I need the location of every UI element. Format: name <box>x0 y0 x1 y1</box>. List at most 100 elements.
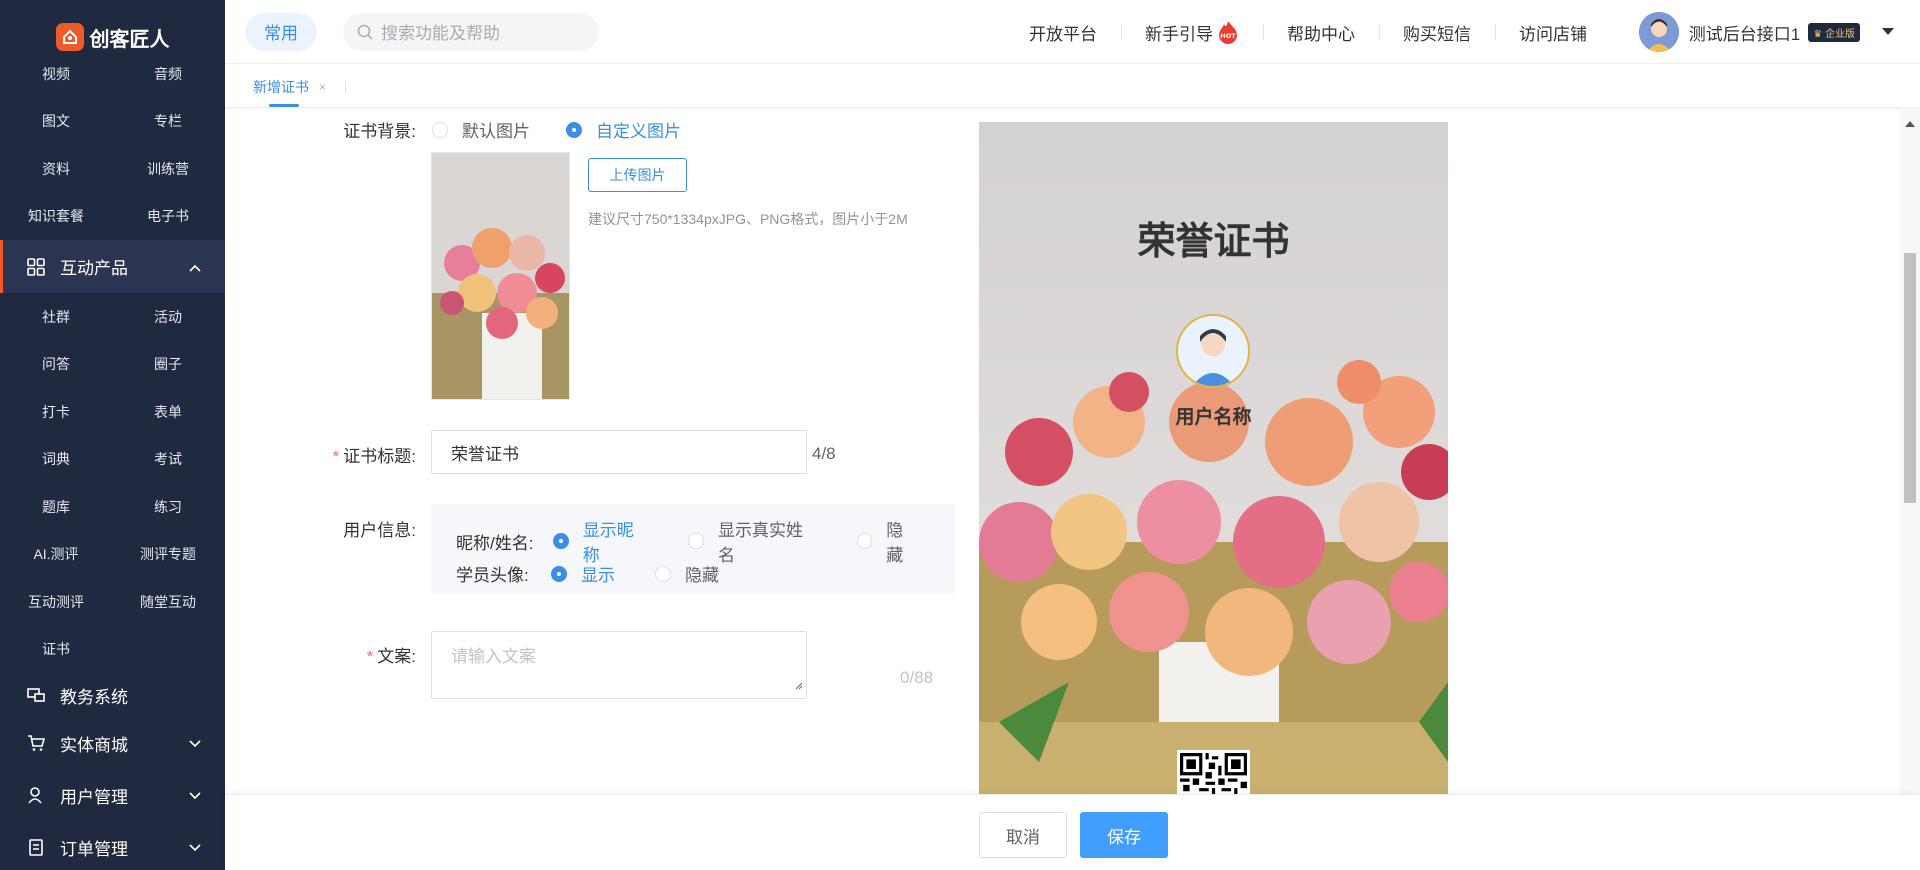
user-info-panel: 昵称/姓名: 显示昵称 显示真实姓名 隐藏 学员头像: 显示 隐藏 <box>431 504 955 594</box>
radio-show-avatar[interactable]: 显示 <box>551 561 615 586</box>
nav-label: 访问店铺 <box>1519 24 1587 44</box>
vertical-scrollbar[interactable] <box>1900 108 1920 794</box>
sidebar-group-interactive[interactable]: 互动产品 <box>0 240 225 293</box>
radio-dot <box>551 565 567 582</box>
sidebar-item-classroom[interactable]: 随堂互动 <box>112 578 224 626</box>
title-label-text: 证书标题: <box>343 447 416 466</box>
scrollbar-thumb[interactable] <box>1904 253 1916 503</box>
sidebar-item-checkin[interactable]: 打卡 <box>0 388 112 436</box>
sidebar-item-article[interactable]: 图文 <box>0 98 112 146</box>
nav-beginner-guide[interactable]: 新手引导 HOT <box>1121 20 1263 45</box>
nav-help-center[interactable]: 帮助中心 <box>1263 20 1379 45</box>
sidebar-group-education[interactable]: 教务系统 <box>0 673 225 717</box>
sidebar-item-practice[interactable]: 练习 <box>112 483 224 531</box>
common-button[interactable]: 常用 <box>245 12 317 51</box>
nav-label: 帮助中心 <box>1287 24 1355 44</box>
background-thumbnail[interactable] <box>431 152 570 400</box>
radio-label: 显示 <box>581 566 615 585</box>
nickname-row: 昵称/姓名: 显示昵称 显示真实姓名 隐藏 <box>456 516 955 566</box>
tab-divider <box>345 81 346 93</box>
sidebar-item-question-bank[interactable]: 题库 <box>0 483 112 531</box>
preview-title: 荣誉证书 <box>1137 219 1290 263</box>
copy-placeholder: 请输入文案 <box>451 647 536 666</box>
radio-default-image[interactable]: 默认图片 <box>432 117 530 142</box>
nav-buy-sms[interactable]: 购买短信 <box>1379 20 1495 45</box>
desktop-icon <box>26 685 46 705</box>
radio-label: 默认图片 <box>462 122 530 141</box>
hot-icon: HOT <box>1217 20 1239 44</box>
sidebar-item-community[interactable]: 社群 <box>0 293 112 341</box>
badge-label: 企业版 <box>1825 28 1855 40</box>
sidebar-item-dictionary[interactable]: 词典 <box>0 436 112 484</box>
nickname-label: 昵称/姓名: <box>456 533 534 553</box>
sidebar-item-exam[interactable]: 考试 <box>112 436 224 484</box>
tab-new-certificate[interactable]: 新增证书 × <box>253 77 326 97</box>
caret-down-icon[interactable] <box>1882 28 1894 36</box>
radio-hide-name[interactable]: 隐藏 <box>856 516 919 566</box>
main-content: 证书背景: 默认图片 自定义图片 上传图片 建议尺寸750*1334pxJPG、… <box>225 108 1900 794</box>
sidebar-group-label: 实体商城 <box>60 735 128 755</box>
sidebar-group-label: 教务系统 <box>60 687 128 707</box>
sidebar-group-orders[interactable]: 订单管理 <box>0 821 225 870</box>
sidebar-item-form[interactable]: 表单 <box>112 388 224 436</box>
sidebar-item-certificate[interactable]: 证书 <box>0 626 112 674</box>
nav-open-platform[interactable]: 开放平台 <box>1005 20 1121 45</box>
cancel-button[interactable]: 取消 <box>979 812 1067 858</box>
user-icon <box>26 785 46 805</box>
sidebar-item-activity[interactable]: 活动 <box>112 293 224 341</box>
close-icon[interactable]: × <box>319 80 326 94</box>
search-placeholder: 搜索功能及帮助 <box>381 24 500 43</box>
resize-grip-icon[interactable] <box>795 675 803 695</box>
scroll-up-icon[interactable] <box>1905 114 1915 132</box>
sidebar-item-material[interactable]: 资料 <box>0 145 112 193</box>
sidebar-item-video[interactable]: 视频 <box>0 50 112 98</box>
avatar-row: 学员头像: 显示 隐藏 <box>456 561 755 586</box>
chevron-down-icon <box>189 837 201 857</box>
radio-hide-avatar[interactable]: 隐藏 <box>655 561 719 586</box>
user-name: 测试后台接口1 <box>1688 24 1801 44</box>
top-nav: 开放平台 新手引导 HOT 帮助中心 购买短信 访问店铺 <box>1005 0 1611 64</box>
sidebar-item-ai-eval[interactable]: AI.测评 <box>0 531 112 579</box>
sidebar-interactive-items: 社群 活动 问答 圈子 打卡 表单 词典 考试 题库 练习 AI.测评 测评专题… <box>0 293 225 673</box>
user-menu[interactable]: 测试后台接口1 ♛ 企业版 <box>1638 0 1894 64</box>
sidebar-item-column[interactable]: 专栏 <box>112 98 224 146</box>
sidebar-item-qa[interactable]: 问答 <box>0 341 112 389</box>
copy-textarea[interactable]: 请输入文案 <box>431 631 807 699</box>
title-char-count: 4/8 <box>812 444 836 463</box>
sidebar-group-label: 互动产品 <box>60 259 128 278</box>
preview-avatar <box>1176 314 1250 388</box>
user-info-label: 用户信息: <box>343 521 416 540</box>
chevron-down-icon <box>189 785 201 805</box>
radio-dot <box>856 533 873 549</box>
sidebar-group-mall[interactable]: 实体商城 <box>0 717 225 769</box>
sidebar-item-package[interactable]: 知识套餐 <box>0 193 112 241</box>
radio-show-nickname[interactable]: 显示昵称 <box>553 516 648 566</box>
nav-visit-store[interactable]: 访问店铺 <box>1495 20 1611 45</box>
upload-image-button[interactable]: 上传图片 <box>588 158 687 192</box>
radio-dot <box>566 121 582 138</box>
sidebar-item-interactive-eval[interactable]: 互动测评 <box>0 578 112 626</box>
nav-label: 开放平台 <box>1029 24 1097 44</box>
radio-label: 隐藏 <box>886 521 904 565</box>
search-input[interactable]: 搜索功能及帮助 <box>343 12 599 51</box>
radio-show-real-name[interactable]: 显示真实姓名 <box>688 516 816 566</box>
copy-label-text: 文案: <box>377 647 416 666</box>
radio-custom-image[interactable]: 自定义图片 <box>566 117 681 142</box>
sidebar-item-audio[interactable]: 音频 <box>112 50 224 98</box>
logo-icon <box>55 23 84 51</box>
save-button[interactable]: 保存 <box>1080 812 1168 858</box>
title-input[interactable]: 荣誉证书 <box>431 430 807 474</box>
top-bar: 常用 搜索功能及帮助 开放平台 新手引导 HOT 帮助中心 购买短信 访问店铺 … <box>225 0 1920 64</box>
sidebar-item-ebook[interactable]: 电子书 <box>112 193 224 241</box>
sidebar-item-circle[interactable]: 圈子 <box>112 341 224 389</box>
sidebar-item-camp[interactable]: 训练营 <box>112 145 224 193</box>
sidebar-item-eval-topic[interactable]: 测评专题 <box>112 531 224 579</box>
preview-user-name: 用户名称 <box>1175 407 1252 428</box>
qr-code-icon <box>1177 750 1250 794</box>
sidebar-group-users[interactable]: 用户管理 <box>0 769 225 821</box>
sidebar-top-items: 视频 音频 图文 专栏 资料 训练营 知识套餐 电子书 <box>0 66 225 241</box>
title-label: * 证书标题: <box>276 442 416 467</box>
radio-label: 显示昵称 <box>582 521 634 565</box>
background-radio-group: 默认图片 自定义图片 <box>432 117 717 142</box>
nav-label: 新手引导 <box>1145 24 1213 44</box>
